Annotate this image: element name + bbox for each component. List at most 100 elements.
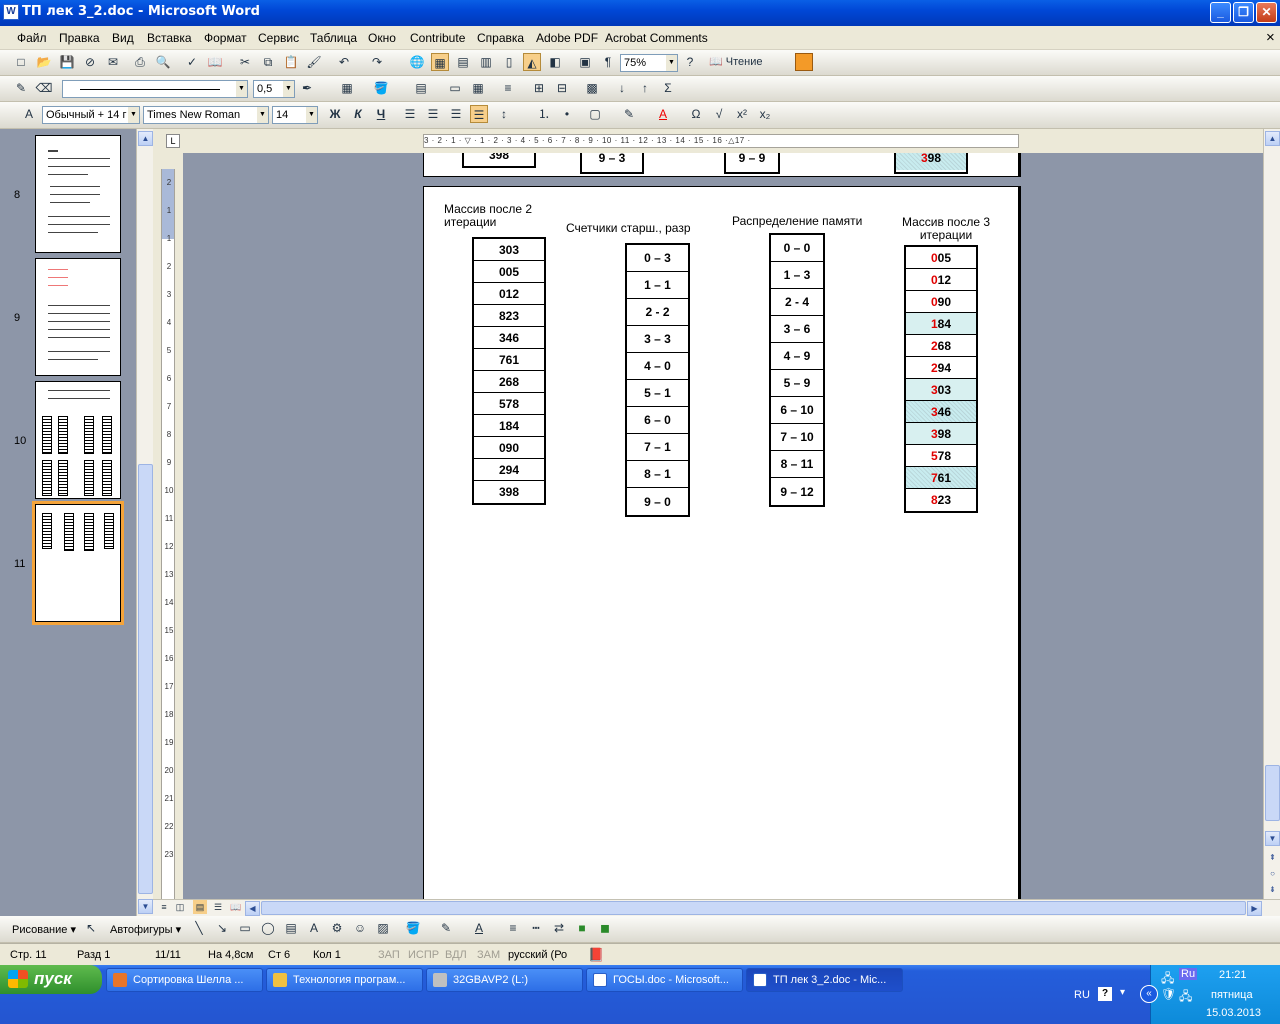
zoom-select[interactable]: 75% ▼ <box>620 54 678 72</box>
scroll-right-icon[interactable]: ▶ <box>1247 901 1262 916</box>
page-thumbnail-9[interactable] <box>35 258 121 376</box>
insert-table-icon[interactable]: ▤ <box>454 53 472 71</box>
menu-acrobat-comments[interactable]: Acrobat Comments <box>605 31 708 45</box>
thumbnails-scrollbar[interactable]: ▲ ▼ <box>136 129 153 916</box>
table-autoformat-icon[interactable]: ▩ <box>583 79 601 97</box>
print-icon[interactable]: ⎙ <box>131 53 149 71</box>
spelling-status-icon[interactable]: 📕 <box>588 947 604 963</box>
horizontal-scroll-thumb[interactable] <box>261 901 1246 915</box>
autosum-icon[interactable]: Σ <box>659 79 677 97</box>
language-indicator[interactable]: RU <box>1074 989 1090 1001</box>
menu-adobe-pdf[interactable]: Adobe PDF <box>536 31 598 45</box>
research-icon[interactable]: 📖 <box>206 53 224 71</box>
align-icon[interactable]: ≡ <box>499 79 517 97</box>
symbol-omega-icon[interactable]: Ω <box>687 105 705 123</box>
taskbar-item-tp-lek-doc[interactable]: ТП лек 3_2.doc - Mic... <box>746 968 903 992</box>
word-app-icon[interactable]: W <box>3 4 19 20</box>
italic-icon[interactable]: К <box>349 105 367 123</box>
line-weight-select[interactable]: 0,5 ▼ <box>253 80 295 98</box>
wordart-icon[interactable]: A <box>305 919 323 937</box>
arrow-style-icon[interactable]: ⇄ <box>550 919 568 937</box>
menu-insert[interactable]: Вставка <box>147 31 192 45</box>
print-layout-icon[interactable]: ▤ <box>193 900 207 914</box>
office-icon[interactable] <box>795 53 813 71</box>
horizontal-scrollbar[interactable]: ≡ ◫ ▤ ☰ 📖 ◀ ▶ <box>153 899 1280 916</box>
shadow-icon[interactable]: ■ <box>573 919 591 937</box>
line-spacing-icon[interactable]: ↕ <box>495 105 513 123</box>
email-icon[interactable]: ✉ <box>104 53 122 71</box>
open-icon[interactable]: 📂 <box>35 53 53 71</box>
next-page-icon[interactable]: ⇟ <box>1265 883 1280 898</box>
menu-window[interactable]: Окно <box>368 31 396 45</box>
rectangle-icon[interactable]: ▭ <box>236 919 254 937</box>
cut-icon[interactable]: ✂ <box>236 53 254 71</box>
tab-selector-icon[interactable]: L <box>166 134 180 148</box>
status-track[interactable]: ИСПР <box>408 949 439 961</box>
outside-border-icon[interactable]: ▢ <box>586 105 604 123</box>
clock-time[interactable]: 21:21 <box>1219 969 1247 981</box>
network2-icon[interactable]: 🖧 <box>1179 987 1192 1008</box>
chevron-down-icon[interactable]: ▾ <box>1120 987 1125 998</box>
diagram-icon[interactable]: ⚙ <box>328 919 346 937</box>
3d-icon[interactable]: ◼ <box>596 919 614 937</box>
split-cells-icon[interactable]: ▦ <box>469 79 487 97</box>
spelling-icon[interactable]: ✓ <box>183 53 201 71</box>
arrow-icon[interactable]: ↘ <box>213 919 231 937</box>
thumbnails-scroll-thumb[interactable] <box>138 464 153 894</box>
status-language[interactable]: русский (Ро <box>508 949 567 961</box>
scroll-left-icon[interactable]: ◀ <box>245 901 260 916</box>
font-color-icon[interactable]: A <box>470 919 488 937</box>
save-icon[interactable]: 💾 <box>58 53 76 71</box>
print-preview-icon[interactable]: 🔍 <box>154 53 172 71</box>
merge-cells-icon[interactable]: ▭ <box>446 79 464 97</box>
normal-view-icon[interactable]: ≡ <box>157 900 171 914</box>
permission-icon[interactable]: ⊘ <box>81 53 99 71</box>
equation-icon[interactable]: √ <box>710 105 728 123</box>
status-record[interactable]: ЗАП <box>378 949 400 961</box>
outline-view-icon[interactable]: ☰ <box>211 900 225 914</box>
numbering-icon[interactable]: ⒈ <box>535 105 553 123</box>
previous-page-icon[interactable]: ⇞ <box>1265 851 1280 866</box>
menu-format[interactable]: Формат <box>204 31 247 45</box>
minimize-button[interactable]: _ <box>1210 2 1231 23</box>
align-left-icon[interactable]: ☰ <box>401 105 419 123</box>
show-formatting-icon[interactable]: ¶ <box>599 53 617 71</box>
antivirus-icon[interactable]: 🛡 <box>1161 987 1176 1001</box>
clipart-icon[interactable]: ☺ <box>351 919 369 937</box>
new-document-icon[interactable]: □ <box>12 53 30 71</box>
line-style-select[interactable]: ▼ <box>62 80 248 98</box>
picture-icon[interactable]: ▨ <box>374 919 392 937</box>
line-style-icon[interactable]: ≡ <box>504 919 522 937</box>
dash-style-icon[interactable]: ┅ <box>527 919 545 937</box>
scroll-up-icon[interactable]: ▲ <box>138 131 153 146</box>
borders-icon[interactable]: ▦ <box>338 79 356 97</box>
document-vertical-scrollbar[interactable]: ▲ ▼ ⇞ ○ ⇟ <box>1263 129 1280 899</box>
menu-view[interactable]: Вид <box>112 31 134 45</box>
help-tray-icon[interactable]: ? <box>1098 987 1112 1001</box>
start-button[interactable]: пуск <box>0 965 102 994</box>
line-color-icon[interactable]: ✎ <box>437 919 455 937</box>
eraser-icon[interactable]: ⌫ <box>35 79 53 97</box>
menu-table[interactable]: Таблица <box>310 31 357 45</box>
scroll-up-icon[interactable]: ▲ <box>1265 131 1280 146</box>
select-objects-icon[interactable]: ↖ <box>82 919 100 937</box>
distribute-columns-icon[interactable]: ⊟ <box>553 79 571 97</box>
document-scroll-thumb[interactable] <box>1265 765 1280 821</box>
select-browse-object-icon[interactable]: ○ <box>1265 867 1280 882</box>
help-icon[interactable]: ? <box>681 53 699 71</box>
show-hidden-icons-icon[interactable]: « <box>1140 985 1158 1003</box>
redo-icon[interactable]: ↷ <box>368 53 386 71</box>
status-extend[interactable]: ВДЛ <box>445 949 467 961</box>
oval-icon[interactable]: ◯ <box>259 919 277 937</box>
line-icon[interactable]: ╲ <box>190 919 208 937</box>
page-thumbnail-11[interactable] <box>32 501 124 625</box>
copy-icon[interactable]: ⧉ <box>259 53 277 71</box>
draw-menu[interactable]: Рисование ▾ <box>12 923 76 936</box>
drawing-icon[interactable]: ◭ <box>523 53 541 71</box>
draw-table-icon[interactable]: ✎ <box>12 79 30 97</box>
align-right-icon[interactable]: ☰ <box>447 105 465 123</box>
border-color-icon[interactable]: ✒ <box>298 79 316 97</box>
style-select[interactable]: Обычный + 14 г ▼ <box>42 106 140 124</box>
maximize-button[interactable]: ❐ <box>1233 2 1254 23</box>
insert-table-icon[interactable]: ▤ <box>412 79 430 97</box>
